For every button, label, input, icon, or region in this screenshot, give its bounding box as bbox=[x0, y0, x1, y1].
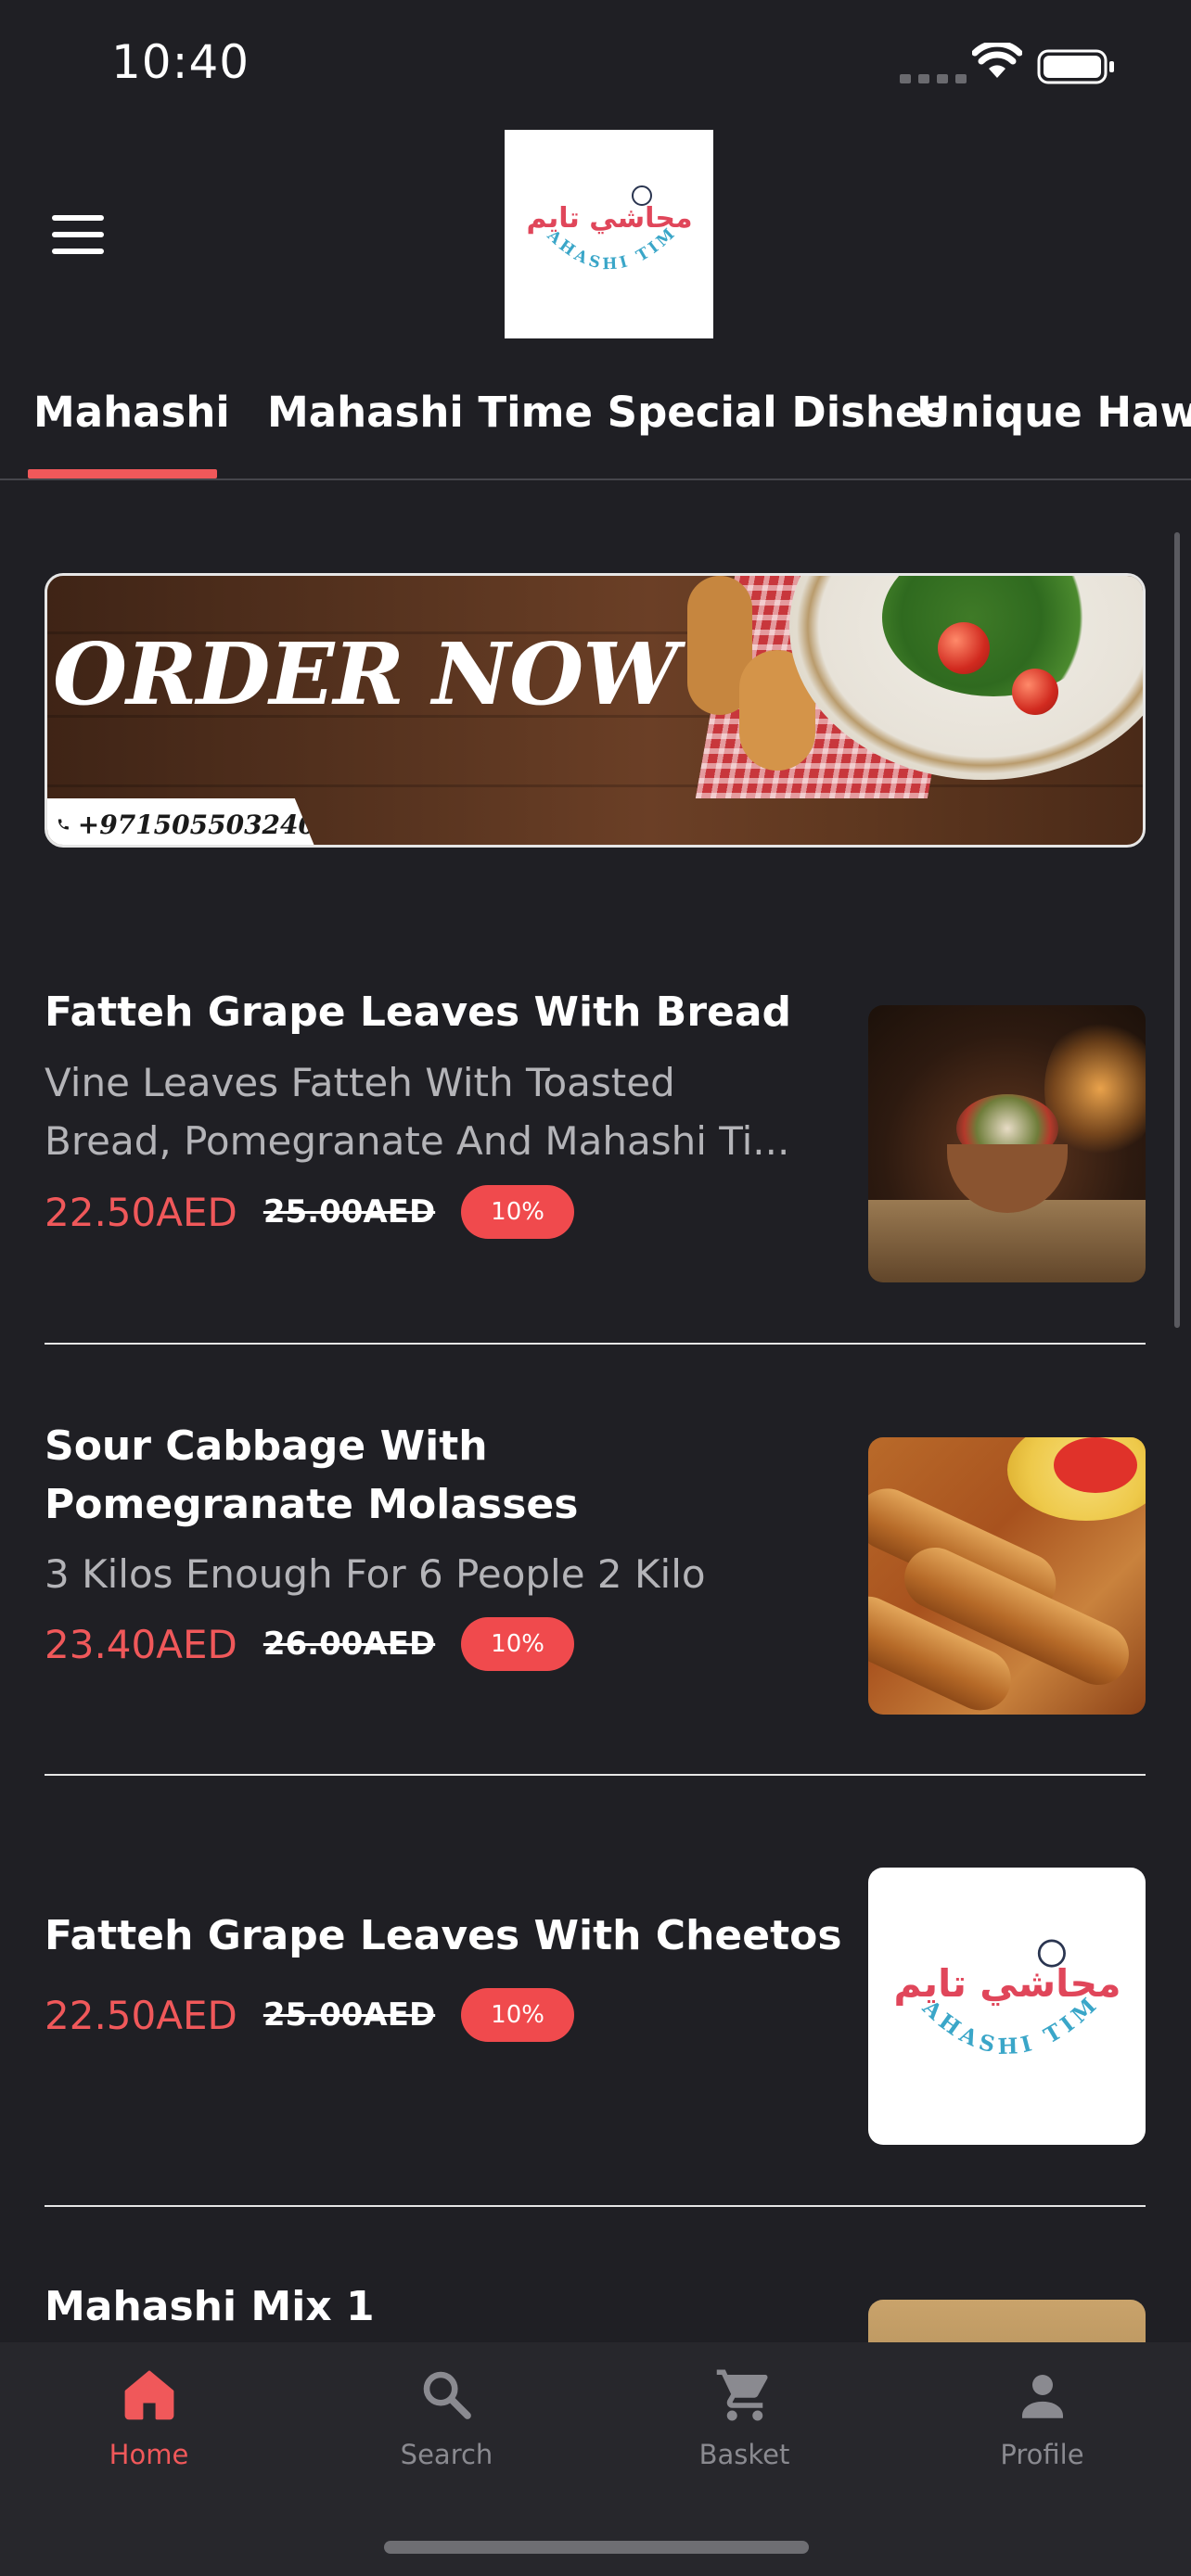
category-tabs: Mahashi Mahashi Time Special Dishes Uniq… bbox=[0, 371, 1191, 480]
app-header: محاشي تايم MAHASHI TIME bbox=[0, 130, 1191, 343]
price-row: 22.50AED 25.00AED 10% bbox=[45, 1185, 574, 1239]
tomato-slice-image bbox=[1054, 1437, 1137, 1493]
price-row: 22.50AED 25.00AED 10% bbox=[45, 1988, 574, 2042]
status-bar: 10:40 bbox=[0, 0, 1191, 130]
mahashi-time-logo: محاشي تايم MAHASHI TIME bbox=[887, 1914, 1121, 2060]
product-image[interactable] bbox=[868, 1005, 1146, 1282]
banner-phone-tag: +971505503240 bbox=[47, 798, 316, 845]
lamp-glow-decoration bbox=[1044, 1014, 1146, 1163]
product-title: Mahashi Mix 1 bbox=[45, 2283, 375, 2330]
product-old-price: 25.00AED bbox=[263, 1193, 436, 1231]
tab-unique[interactable]: Unique Hawa bbox=[916, 388, 1191, 437]
home-icon bbox=[124, 2370, 173, 2420]
battery-icon bbox=[1037, 49, 1114, 84]
product-description: Vine Leaves Fatteh With Toasted bbox=[45, 1060, 675, 1105]
tab-mahashi[interactable]: Mahashi bbox=[33, 388, 230, 437]
profile-icon bbox=[1021, 2375, 1063, 2418]
product-price: 22.50AED bbox=[45, 1189, 237, 1235]
nav-search[interactable]: Search bbox=[298, 2342, 596, 2500]
discount-badge: 10% bbox=[461, 1185, 574, 1239]
divider bbox=[45, 1774, 1146, 1776]
cart-icon bbox=[716, 2369, 767, 2421]
search-icon bbox=[423, 2371, 471, 2419]
hamburger-menu-icon[interactable] bbox=[52, 215, 104, 254]
product-image[interactable] bbox=[868, 1437, 1146, 1715]
divider bbox=[45, 2205, 1146, 2207]
discount-badge: 10% bbox=[461, 1617, 574, 1671]
nav-basket-label: Basket bbox=[698, 2439, 790, 2470]
cellular-signal-icon bbox=[900, 74, 967, 83]
product-card[interactable]: Sour Cabbage With Pomegranate Molasses 3… bbox=[45, 1417, 1146, 1715]
tab-special-dishes[interactable]: Mahashi Time Special Dishes bbox=[267, 388, 948, 437]
product-image[interactable] bbox=[868, 2300, 1146, 2342]
product-image[interactable]: محاشي تايم MAHASHI TIME bbox=[868, 1868, 1146, 2145]
product-description: Bread, Pomegranate And Mahashi Ti... bbox=[45, 1118, 790, 1164]
product-title: Fatteh Grape Leaves With Cheetos bbox=[45, 1912, 842, 1959]
wifi-icon bbox=[972, 43, 1022, 78]
nav-home[interactable]: Home bbox=[0, 2342, 298, 2500]
price-row: 23.40AED 26.00AED 10% bbox=[45, 1617, 574, 1671]
divider bbox=[45, 1343, 1146, 1345]
active-tab-indicator bbox=[28, 469, 217, 478]
nav-home-label: Home bbox=[109, 2439, 189, 2470]
nav-profile[interactable]: Profile bbox=[893, 2342, 1191, 2500]
phone-icon bbox=[58, 819, 69, 830]
scrollbar[interactable] bbox=[1174, 532, 1180, 1328]
nav-search-label: Search bbox=[400, 2439, 493, 2470]
product-old-price: 26.00AED bbox=[263, 1626, 436, 1663]
brand-logo[interactable]: محاشي تايم MAHASHI TIME bbox=[505, 130, 713, 338]
product-description: 3 Kilos Enough For 6 People 2 Kilo bbox=[45, 1551, 706, 1597]
product-title: Pomegranate Molasses bbox=[45, 1481, 579, 1528]
tomato-image bbox=[1012, 669, 1058, 715]
product-title: Sour Cabbage With bbox=[45, 1422, 488, 1470]
product-title: Fatteh Grape Leaves With Bread bbox=[45, 988, 792, 1036]
banner-phone-number: +971505503240 bbox=[77, 809, 316, 840]
discount-badge: 10% bbox=[461, 1988, 574, 2042]
tomato-image bbox=[938, 622, 990, 674]
product-old-price: 25.00AED bbox=[263, 1996, 436, 2034]
status-time: 10:40 bbox=[111, 35, 250, 89]
product-card[interactable]: Fatteh Grape Leaves With Bread Vine Leav… bbox=[45, 983, 1146, 1282]
product-card[interactable]: Fatteh Grape Leaves With Cheetos 22.50AE… bbox=[45, 1866, 1146, 2162]
promo-banner[interactable]: ORDER NOW +971505503240 bbox=[45, 573, 1146, 848]
home-indicator bbox=[384, 2541, 809, 2554]
product-price: 23.40AED bbox=[45, 1621, 237, 1667]
wood-grain bbox=[47, 784, 1143, 787]
mahashi-time-logo: محاشي تايم MAHASHI TIME bbox=[521, 170, 693, 274]
product-card[interactable]: Mahashi Mix 1 bbox=[45, 2277, 1146, 2342]
nav-basket[interactable]: Basket bbox=[596, 2342, 893, 2500]
banner-headline: ORDER NOW bbox=[53, 624, 679, 724]
product-price: 22.50AED bbox=[45, 1992, 237, 2038]
nav-profile-label: Profile bbox=[1000, 2439, 1084, 2470]
